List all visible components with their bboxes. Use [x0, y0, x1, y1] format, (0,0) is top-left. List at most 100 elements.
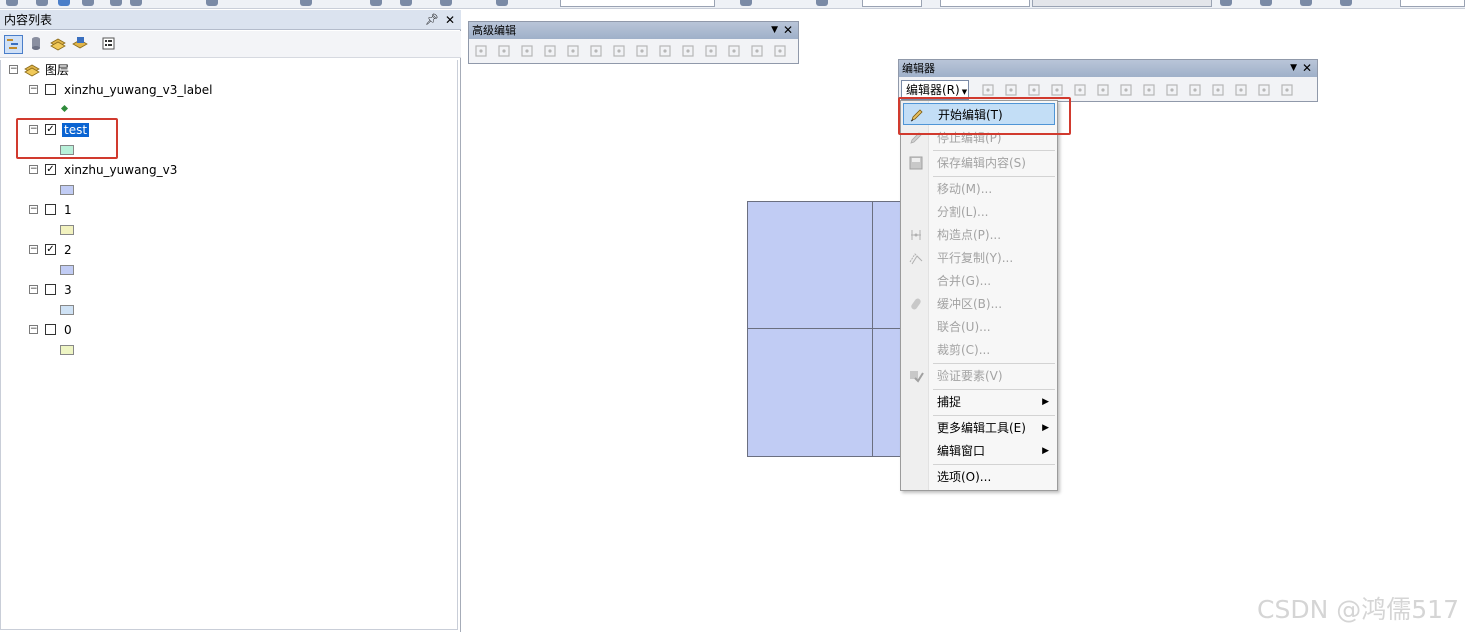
full-extent-icon[interactable] [82, 0, 94, 6]
layer-collapse-toggle[interactable]: − [29, 325, 38, 334]
menu-item-editing-windows[interactable]: 编辑窗口 ▶ [903, 440, 1055, 462]
add-data-icon[interactable] [496, 0, 508, 6]
menu-item-options[interactable]: 选项(O)... [903, 466, 1055, 488]
toolbar-options-icon[interactable]: ▼ [1290, 60, 1297, 77]
rectangle-icon[interactable] [727, 44, 741, 58]
toolbar-options-icon[interactable]: ▼ [771, 22, 778, 39]
point-icon[interactable] [1096, 83, 1110, 97]
layer-name[interactable]: xinzhu_yuwang_v3 [64, 161, 177, 179]
layer-visibility-checkbox[interactable] [45, 324, 56, 335]
list-by-visibility-icon[interactable] [50, 35, 69, 54]
layer-dropdown[interactable] [940, 0, 1030, 7]
layer-collapse-toggle[interactable]: − [29, 85, 38, 94]
extend-icon[interactable] [520, 44, 534, 58]
layer-visibility-checkbox[interactable]: ✓ [45, 244, 56, 255]
edit-tool-icon[interactable] [981, 83, 995, 97]
arc-icon[interactable] [1050, 83, 1064, 97]
menu-item-clip[interactable]: 裁剪(C)... [903, 339, 1055, 361]
layer-collapse-toggle[interactable]: − [29, 245, 38, 254]
layer-name[interactable]: 1 [64, 201, 72, 219]
reshape-icon[interactable] [1142, 83, 1156, 97]
menu-item-save-edits[interactable]: 保存编辑内容(S) [903, 152, 1055, 174]
back-icon[interactable] [130, 0, 142, 6]
identify-icon[interactable] [300, 0, 312, 6]
options-icon[interactable] [100, 35, 119, 54]
close-icon[interactable]: ✕ [783, 22, 793, 39]
split-tool-icon[interactable] [1188, 83, 1202, 97]
close-icon[interactable]: ✕ [445, 10, 455, 30]
split-icon[interactable] [704, 44, 718, 58]
menu-item-construct-points[interactable]: 构造点(P)... [903, 224, 1055, 246]
trace-icon[interactable] [1073, 83, 1087, 97]
generalize-icon[interactable] [612, 44, 626, 58]
rotate-tool-icon[interactable] [1211, 83, 1225, 97]
menu-item-more-editing-tools[interactable]: 更多编辑工具(E) ▶ [903, 417, 1055, 439]
layer-name[interactable]: 2 [64, 241, 72, 259]
zoom-in-icon[interactable] [6, 0, 18, 6]
cut-polygon-icon[interactable] [1165, 83, 1179, 97]
text-icon[interactable] [1260, 0, 1272, 6]
align-to-shape-icon[interactable] [635, 44, 649, 58]
root-label[interactable]: 图层 [45, 61, 69, 79]
measure-icon[interactable] [370, 0, 382, 6]
editor-icon[interactable] [740, 0, 752, 6]
layer-visibility-checkbox[interactable]: ✓ [45, 164, 56, 175]
map-polygon[interactable] [747, 201, 873, 329]
list-by-source-icon[interactable] [28, 35, 47, 54]
edit-vertices-icon[interactable] [1119, 83, 1133, 97]
pan-icon[interactable] [58, 0, 70, 6]
layer-visibility-checkbox[interactable] [45, 284, 56, 295]
explode-icon[interactable] [589, 44, 603, 58]
find-icon[interactable] [400, 0, 412, 6]
attributes-icon[interactable] [1234, 83, 1248, 97]
advanced-editing-title-bar[interactable]: 高级编辑 ▼ ✕ [469, 22, 798, 39]
fixed-zoom-icon[interactable] [110, 0, 122, 6]
pin-icon[interactable]: 📌︎ [425, 10, 439, 30]
menu-item-buffer[interactable]: 缓冲区(B)... [903, 293, 1055, 315]
zoom-out-icon[interactable] [36, 0, 48, 6]
menu-item-snapping[interactable]: 捕捉 ▶ [903, 391, 1055, 413]
layer-collapse-toggle[interactable]: − [29, 205, 38, 214]
list-by-drawing-order-icon[interactable] [4, 35, 23, 54]
straight-segment-icon[interactable] [1027, 83, 1041, 97]
root-collapse-toggle[interactable]: − [9, 65, 18, 74]
circle-icon[interactable] [750, 44, 764, 58]
menu-item-copy-parallel[interactable]: 平行复制(Y)... [903, 247, 1055, 269]
layer-name[interactable]: 3 [64, 281, 72, 299]
font-box[interactable] [1400, 0, 1465, 7]
layer-name[interactable]: 0 [64, 321, 72, 339]
map-polygon[interactable] [747, 328, 873, 457]
list-by-selection-icon[interactable] [72, 35, 91, 54]
layer-visibility-checkbox[interactable] [45, 204, 56, 215]
menu-item-union[interactable]: 联合(U)... [903, 316, 1055, 338]
layer-collapse-toggle[interactable]: − [29, 165, 38, 174]
scale-box[interactable] [560, 0, 715, 7]
menu-item-split[interactable]: 分割(L)... [903, 201, 1055, 223]
layer-name[interactable]: xinzhu_yuwang_v3_label [64, 81, 212, 99]
line-icon[interactable] [1300, 0, 1312, 6]
close-icon[interactable]: ✕ [1302, 60, 1312, 77]
table-icon[interactable] [440, 0, 452, 6]
ellipse-icon[interactable] [773, 44, 787, 58]
fillet-icon[interactable] [497, 44, 511, 58]
menu-item-move[interactable]: 移动(M)... [903, 178, 1055, 200]
font-icon[interactable] [1340, 0, 1352, 6]
replace-geometry-icon[interactable] [658, 44, 672, 58]
layer-collapse-toggle[interactable]: − [29, 285, 38, 294]
sketch-properties-icon[interactable] [1257, 83, 1271, 97]
trim-icon[interactable] [543, 44, 557, 58]
copy-features-icon[interactable] [474, 44, 488, 58]
layer-visibility-checkbox[interactable] [45, 84, 56, 95]
create-features-icon[interactable] [1280, 83, 1294, 97]
menu-item-merge[interactable]: 合并(G)... [903, 270, 1055, 292]
rotate-icon[interactable] [681, 44, 695, 58]
edit-annotation-icon[interactable] [1004, 83, 1018, 97]
select-icon[interactable] [206, 0, 218, 6]
tool-box[interactable] [862, 0, 922, 7]
draw-icon[interactable] [1220, 0, 1232, 6]
menu-item-validate-features[interactable]: 验证要素(V) [903, 365, 1055, 387]
menu-separator [933, 389, 1055, 390]
editor-title-bar[interactable]: 编辑器 ▼ ✕ [899, 60, 1317, 77]
catalog-icon[interactable] [816, 0, 828, 6]
line-intersection-icon[interactable] [566, 44, 580, 58]
